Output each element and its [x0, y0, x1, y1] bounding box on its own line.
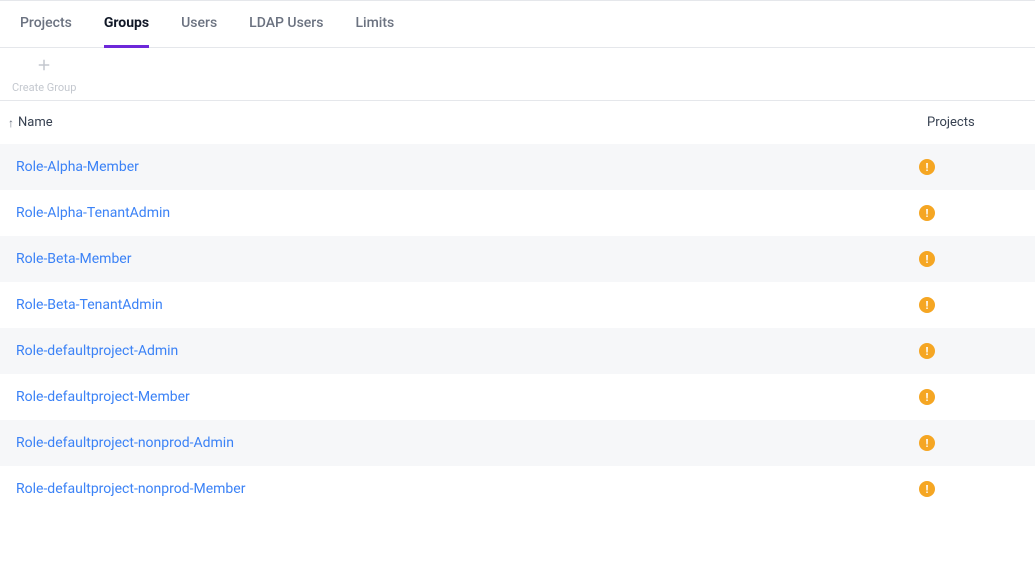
groups-table: ↑ Name Projects Role-Alpha-Member!Role-A… [0, 101, 1035, 512]
toolbar: Create Group [0, 48, 1035, 101]
warning-icon: ! [919, 435, 935, 451]
table-row: Role-defaultproject-Admin! [0, 328, 1035, 374]
table-body: Role-Alpha-Member!Role-Alpha-TenantAdmin… [0, 144, 1035, 512]
table-row: Role-defaultproject-nonprod-Member! [0, 466, 1035, 512]
projects-cell: ! [919, 251, 1019, 267]
group-name-link[interactable]: Role-defaultproject-nonprod-Member [16, 481, 919, 497]
warning-icon: ! [919, 251, 935, 267]
table-row: Role-defaultproject-nonprod-Admin! [0, 420, 1035, 466]
sort-ascending-icon: ↑ [8, 116, 14, 130]
group-name-link[interactable]: Role-defaultproject-nonprod-Admin [16, 435, 919, 451]
warning-icon: ! [919, 343, 935, 359]
column-header-name[interactable]: ↑ Name [8, 115, 927, 130]
projects-cell: ! [919, 205, 1019, 221]
projects-cell: ! [919, 435, 1019, 451]
table-header: ↑ Name Projects [0, 101, 1035, 144]
projects-cell: ! [919, 343, 1019, 359]
group-name-link[interactable]: Role-Alpha-Member [16, 159, 919, 175]
table-row: Role-Beta-Member! [0, 236, 1035, 282]
group-name-link[interactable]: Role-defaultproject-Member [16, 389, 919, 405]
tabs-bar: Projects Groups Users LDAP Users Limits [0, 1, 1035, 48]
table-row: Role-Alpha-TenantAdmin! [0, 190, 1035, 236]
tab-ldap-users[interactable]: LDAP Users [249, 1, 323, 47]
column-header-projects[interactable]: Projects [927, 115, 1027, 130]
tab-limits[interactable]: Limits [355, 1, 394, 47]
projects-cell: ! [919, 389, 1019, 405]
warning-icon: ! [919, 297, 935, 313]
tab-projects[interactable]: Projects [20, 1, 72, 47]
projects-cell: ! [919, 481, 1019, 497]
warning-icon: ! [919, 481, 935, 497]
group-name-link[interactable]: Role-Alpha-TenantAdmin [16, 205, 919, 221]
column-header-name-label: Name [18, 115, 53, 130]
projects-cell: ! [919, 297, 1019, 313]
create-group-label: Create Group [12, 81, 76, 94]
warning-icon: ! [919, 159, 935, 175]
group-name-link[interactable]: Role-Beta-Member [16, 251, 919, 267]
plus-icon [35, 56, 53, 78]
group-name-link[interactable]: Role-defaultproject-Admin [16, 343, 919, 359]
table-row: Role-Alpha-Member! [0, 144, 1035, 190]
tab-users[interactable]: Users [181, 1, 217, 47]
create-group-button[interactable]: Create Group [12, 56, 76, 94]
table-row: Role-defaultproject-Member! [0, 374, 1035, 420]
tab-groups[interactable]: Groups [104, 1, 149, 48]
projects-cell: ! [919, 159, 1019, 175]
warning-icon: ! [919, 389, 935, 405]
table-row: Role-Beta-TenantAdmin! [0, 282, 1035, 328]
warning-icon: ! [919, 205, 935, 221]
group-name-link[interactable]: Role-Beta-TenantAdmin [16, 297, 919, 313]
